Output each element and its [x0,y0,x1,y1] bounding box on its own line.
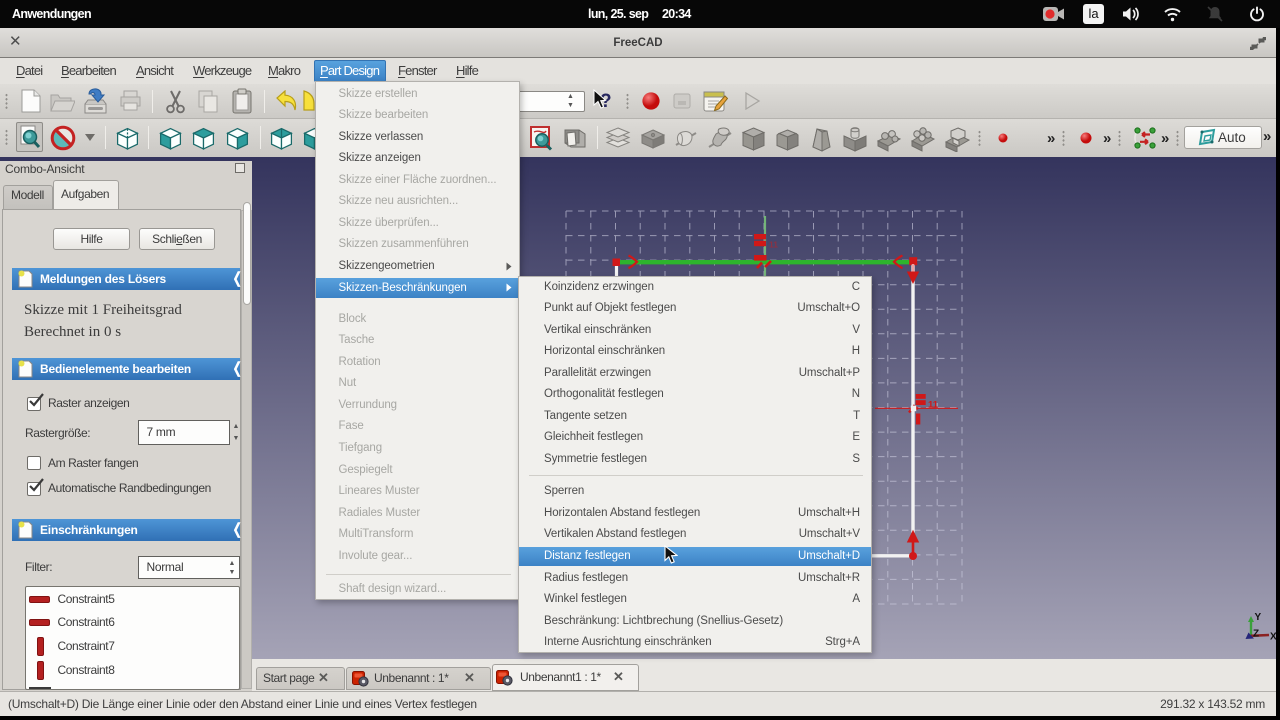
svg-text:11: 11 [769,240,778,250]
svg-text:11: 11 [928,400,939,411]
svg-text:Z: Z [1253,629,1259,640]
svg-text:Y: Y [1255,612,1262,623]
svg-text:?: ? [600,91,612,112]
